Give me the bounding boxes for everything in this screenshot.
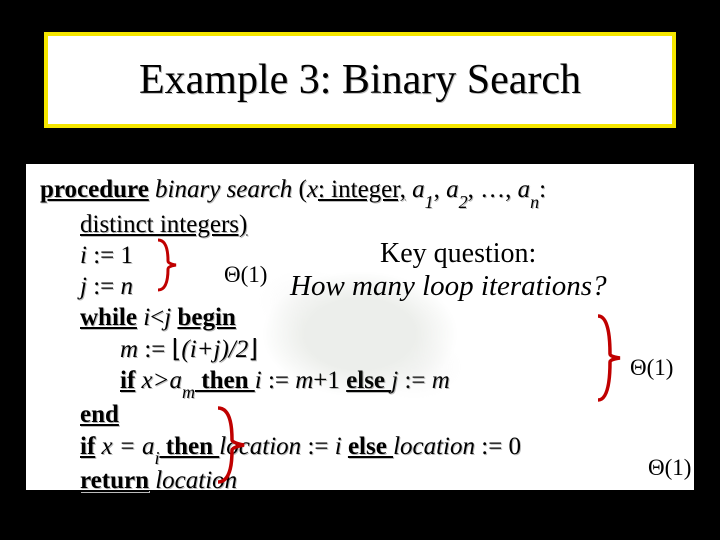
theta-1-label: Θ(1) <box>224 261 267 290</box>
line2-text: distinct integers) <box>80 211 247 238</box>
else1-val: m <box>432 367 450 394</box>
theta-2-label: Θ(1) <box>630 354 673 383</box>
a2: a <box>446 176 459 203</box>
floor-l: ⌊ <box>172 336 182 363</box>
slide-title: Example 3: Binary Search <box>139 56 581 104</box>
kw-else-2: else <box>348 433 393 460</box>
code-box: procedure binary search (x: integer, a1,… <box>22 160 698 494</box>
key-question-line2: How many loop iterations? <box>290 268 607 304</box>
sig-colon: : <box>539 176 546 203</box>
var-j: j <box>80 273 87 300</box>
var-m: m <box>120 336 138 363</box>
loc2: location <box>393 433 475 460</box>
kw-while: while <box>80 304 137 331</box>
c2: , …, <box>468 176 518 203</box>
code-line-7: if x>am then i := m+1 else j := m <box>120 365 680 400</box>
then1-i: i <box>255 367 262 394</box>
if1-sub: m <box>182 382 195 402</box>
m-expr: (i+j)/2 <box>181 336 248 363</box>
loc1-val: i <box>335 433 348 460</box>
var-n: n <box>121 273 134 300</box>
kw-if-1: if <box>120 367 135 394</box>
code-line-10: return location <box>80 465 680 496</box>
kw-return: return <box>80 467 149 494</box>
a2-sub: 2 <box>459 192 468 212</box>
c1: , <box>434 176 447 203</box>
then1-plus: +1 <box>313 367 346 394</box>
assign-i: := 1 <box>87 242 133 269</box>
code-line-9: if x = ai then location := i else locati… <box>80 431 680 466</box>
ret-var: location <box>149 467 237 494</box>
loc1-assign: := <box>301 433 335 460</box>
kw-else-1: else <box>346 367 391 394</box>
sig-open: ( <box>299 176 307 203</box>
param-x: x <box>307 176 318 203</box>
var-i: i <box>80 242 87 269</box>
kw-end: end <box>80 401 119 428</box>
an-sub: n <box>530 192 539 212</box>
if2-cond: x = a <box>95 433 154 460</box>
a1: a <box>412 176 425 203</box>
proc-name: binary search <box>155 176 292 203</box>
code-line-5: while i<j begin <box>80 302 680 333</box>
kw-if-2: if <box>80 433 95 460</box>
assign-m: := <box>138 336 172 363</box>
x-type: : integer, <box>318 176 406 203</box>
a1-sub: 1 <box>425 192 434 212</box>
code-line-8: end <box>80 399 680 430</box>
else1-assign: := <box>398 367 432 394</box>
kw-then-1: then <box>195 367 255 394</box>
code-line-6: m := ⌊(i+j)/2⌋ <box>120 334 680 365</box>
theta-3-label: Θ(1) <box>648 454 691 483</box>
then1-assign: := <box>262 367 296 394</box>
key-question-line1: Key question: <box>380 236 536 271</box>
if2-sub: i <box>155 448 160 468</box>
title-box: Example 3: Binary Search <box>44 32 676 128</box>
code-line-1: procedure binary search (x: integer, a1,… <box>40 174 680 209</box>
while-j: j <box>164 304 177 331</box>
floor-r: ⌋ <box>248 336 258 363</box>
kw-procedure: procedure <box>40 176 149 203</box>
then1-val: m <box>295 367 313 394</box>
an: a <box>518 176 531 203</box>
while-i: i <box>137 304 150 331</box>
loc1: location <box>219 433 301 460</box>
assign-j: := <box>87 273 121 300</box>
loc2-assign: := 0 <box>475 433 521 460</box>
if1-cond: x>a <box>135 367 182 394</box>
while-lt: < <box>150 304 164 331</box>
kw-then-2: then <box>160 433 220 460</box>
kw-begin: begin <box>177 304 235 331</box>
